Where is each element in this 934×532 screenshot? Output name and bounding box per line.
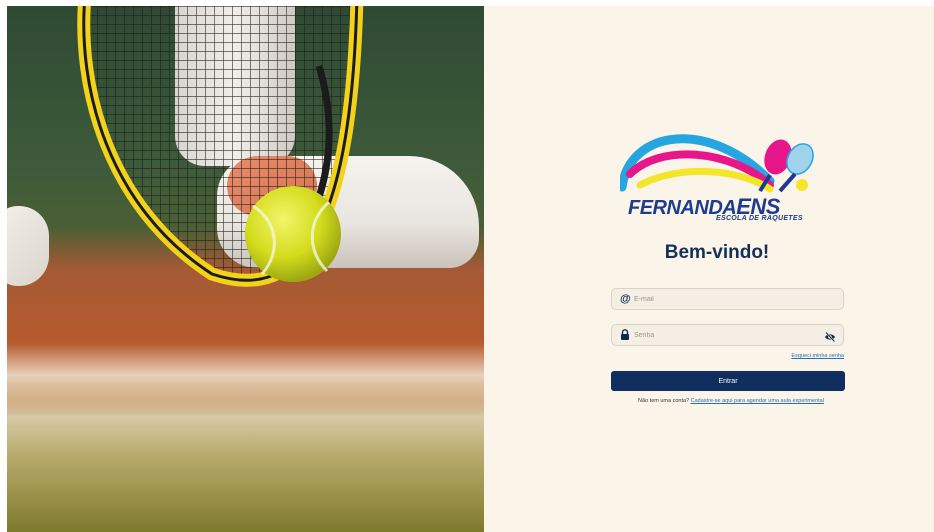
signup-link[interactable]: Cadastre-se aqui para agendar uma aula e… [691, 398, 824, 404]
email-field[interactable]: @ [611, 288, 844, 310]
login-panel: FERNANDAENS ESCOLA DE RAQUETES Bem-vindo… [484, 6, 934, 532]
signup-prompt-text: Não tem uma conta? [638, 398, 690, 404]
lock-icon [620, 329, 632, 341]
eye-off-icon[interactable] [824, 330, 836, 343]
hero-photo [7, 6, 484, 532]
forgot-password-link[interactable]: Esqueci minha senha [754, 353, 844, 359]
email-input[interactable] [634, 291, 814, 307]
login-page: FERNANDAENS ESCOLA DE RAQUETES Bem-vindo… [7, 6, 934, 532]
brand-tagline: ESCOLA DE RAQUETES [716, 215, 803, 222]
at-icon: @ [620, 293, 631, 305]
password-field[interactable] [611, 324, 844, 346]
racket-and-ball-illustration [77, 6, 364, 287]
page-title: Bem-vindo! [664, 242, 770, 263]
password-input[interactable] [634, 327, 814, 343]
brand-name: FERNANDAENS [628, 194, 818, 219]
signup-prompt: Não tem uma conta? Cadastre-se aqui para… [611, 398, 851, 404]
login-button[interactable]: Entrar [611, 371, 845, 391]
tennis-ball [245, 186, 341, 282]
